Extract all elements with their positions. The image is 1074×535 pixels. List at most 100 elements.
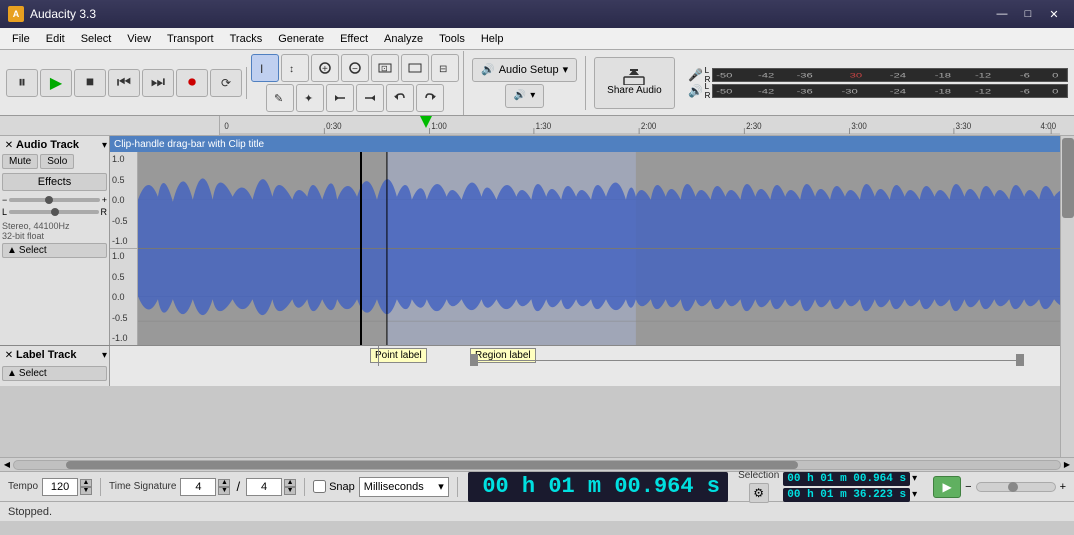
zoom-out2-button[interactable]: ⊟: [431, 54, 459, 82]
timeline-ruler: 0 0:30 1:00 1:30 2:00 2:30 3:00 3:30 4:0…: [0, 116, 1074, 136]
maximize-button[interactable]: □: [1016, 4, 1040, 24]
audio-track-header: ✕ Audio Track ▾: [2, 138, 107, 152]
silence-tool-button[interactable]: [356, 84, 384, 112]
vscroll-thumb[interactable]: [1062, 138, 1074, 218]
draw-tool-button[interactable]: ✎: [266, 84, 294, 112]
play-button[interactable]: ▶: [40, 69, 72, 97]
snap-checkbox[interactable]: [313, 480, 326, 493]
tempo-display[interactable]: 120: [42, 478, 78, 496]
menu-effect[interactable]: Effect: [332, 31, 376, 47]
hscroll-right-arrow[interactable]: ▶: [1061, 459, 1073, 471]
ts-num-down[interactable]: ▼: [218, 487, 230, 495]
menu-transport[interactable]: Transport: [159, 31, 222, 47]
selection-time1[interactable]: 00 h 01 m 00.964 s: [783, 472, 910, 486]
undo-button[interactable]: [386, 84, 414, 112]
tools-row-2: ✎ ✦: [266, 84, 444, 112]
clip-title-bar[interactable]: Clip-handle drag-bar with Clip title: [110, 136, 1074, 152]
menu-tools[interactable]: Tools: [431, 31, 473, 47]
pan-slider[interactable]: [9, 210, 98, 214]
hscroll-thumb[interactable]: [66, 461, 798, 469]
region-start-handle[interactable]: [470, 354, 478, 366]
multi-tool-button[interactable]: ✦: [296, 84, 324, 112]
playback-speed-thumb[interactable]: [1008, 482, 1018, 492]
main-time-display[interactable]: 00 h 01 m 00.964 s: [468, 472, 728, 502]
select-label: Select: [19, 245, 47, 256]
vertical-scrollbar[interactable]: [1060, 136, 1074, 457]
menu-select[interactable]: Select: [73, 31, 120, 47]
playhead-marker: [420, 116, 432, 128]
label-track-close-button[interactable]: ✕: [2, 348, 16, 362]
svg-text:I: I: [260, 62, 263, 75]
selection-time2[interactable]: 00 h 01 m 36.223 s: [783, 488, 910, 502]
menu-tracks[interactable]: Tracks: [222, 31, 271, 47]
menu-help[interactable]: Help: [473, 31, 512, 47]
menu-edit[interactable]: Edit: [38, 31, 73, 47]
redo-button[interactable]: [416, 84, 444, 112]
tempo-down-button[interactable]: ▼: [80, 487, 92, 495]
hscroll-left-arrow[interactable]: ◀: [1, 459, 13, 471]
zoom-sel-button[interactable]: [401, 54, 429, 82]
ts-num-up[interactable]: ▲: [218, 479, 230, 487]
main-time-value: 00 h 01 m 00.964 s: [482, 474, 720, 499]
audio-track-waveform-area[interactable]: Clip-handle drag-bar with Clip title 1.0…: [110, 136, 1074, 345]
loop-button[interactable]: ⟳: [210, 69, 242, 97]
record-button[interactable]: ⏺: [176, 69, 208, 97]
audio-track-select-button[interactable]: ▲ Select: [2, 243, 107, 258]
close-button[interactable]: ✕: [1042, 4, 1066, 24]
waveform-display[interactable]: [138, 152, 1074, 345]
ts-den-up[interactable]: ▲: [284, 479, 296, 487]
playback-play-button[interactable]: ▶: [933, 476, 961, 498]
label-track-header: ✕ Label Track ▾: [2, 348, 107, 362]
effects-button[interactable]: Effects: [2, 173, 107, 191]
hscroll-track[interactable]: [13, 460, 1061, 470]
selection-gear-button[interactable]: ⚙: [749, 483, 769, 503]
ts-numerator-display[interactable]: 4: [180, 478, 216, 496]
minimize-button[interactable]: —: [990, 4, 1014, 24]
envelope-tool-button[interactable]: ↕: [281, 54, 309, 82]
skip-forward-button[interactable]: ⏭: [142, 69, 174, 97]
svg-text:-6: -6: [1020, 72, 1030, 79]
region-end-handle[interactable]: [1016, 354, 1024, 366]
selection-time1-arrow: ▾: [912, 473, 917, 484]
playback-speed-slider-track[interactable]: [976, 482, 1056, 492]
horizontal-scrollbar[interactable]: ◀ ▶: [0, 457, 1074, 471]
share-audio-button[interactable]: Share Audio: [594, 57, 675, 109]
svg-text:-24: -24: [890, 72, 906, 79]
playback-lr-labels: L R: [705, 82, 711, 100]
ts-denominator-display[interactable]: 4: [246, 478, 282, 496]
zoom-out-button[interactable]: −: [341, 54, 369, 82]
selection-tool-button[interactable]: I: [251, 54, 279, 82]
audio-setup-button[interactable]: 🔊 Audio Setup ▾: [472, 58, 577, 82]
label-track-select-button[interactable]: ▲ Select: [2, 366, 107, 381]
svg-text:1:00: 1:00: [431, 120, 447, 131]
gain-slider[interactable]: [9, 198, 99, 202]
region-line: [470, 360, 1024, 361]
label-track-content[interactable]: Point label Region label: [110, 346, 1074, 386]
snap-label: Snap: [329, 481, 355, 493]
zoom-fit-button[interactable]: ⊡: [371, 54, 399, 82]
audio-setup-chevron: ▾: [563, 63, 569, 76]
solo-button[interactable]: Solo: [40, 154, 74, 169]
svg-text:-18: -18: [935, 72, 951, 79]
menu-analyze[interactable]: Analyze: [376, 31, 431, 47]
trim-tool-button[interactable]: [326, 84, 354, 112]
skip-back-button[interactable]: ⏮: [108, 69, 140, 97]
menu-file[interactable]: File: [4, 31, 38, 47]
menu-view[interactable]: View: [119, 31, 159, 47]
mute-button[interactable]: Mute: [2, 154, 38, 169]
label-track-menu-icon[interactable]: ▾: [102, 350, 107, 361]
zoom-in-button[interactable]: +: [311, 54, 339, 82]
ts-den-down[interactable]: ▼: [284, 487, 296, 495]
stop-button[interactable]: ⏹: [74, 69, 106, 97]
pause-button[interactable]: ⏸: [6, 69, 38, 97]
title-bar: A Audacity 3.3 — □ ✕: [0, 0, 1074, 28]
audio-track-close-button[interactable]: ✕: [2, 138, 16, 152]
tempo-up-button[interactable]: ▲: [80, 479, 92, 487]
tools-section: I ↕ + − ⊡ ⊟ ✎: [247, 51, 464, 115]
audio-track-menu-icon[interactable]: ▾: [102, 140, 107, 151]
playback-meter-button[interactable]: 🔊 ▾: [505, 84, 544, 108]
time-sig-label: Time Signature: [109, 481, 176, 492]
snap-dropdown[interactable]: Milliseconds ▾: [359, 477, 449, 497]
audio-track-controls: ✕ Audio Track ▾ Mute Solo Effects − +: [0, 136, 110, 345]
menu-generate[interactable]: Generate: [270, 31, 332, 47]
